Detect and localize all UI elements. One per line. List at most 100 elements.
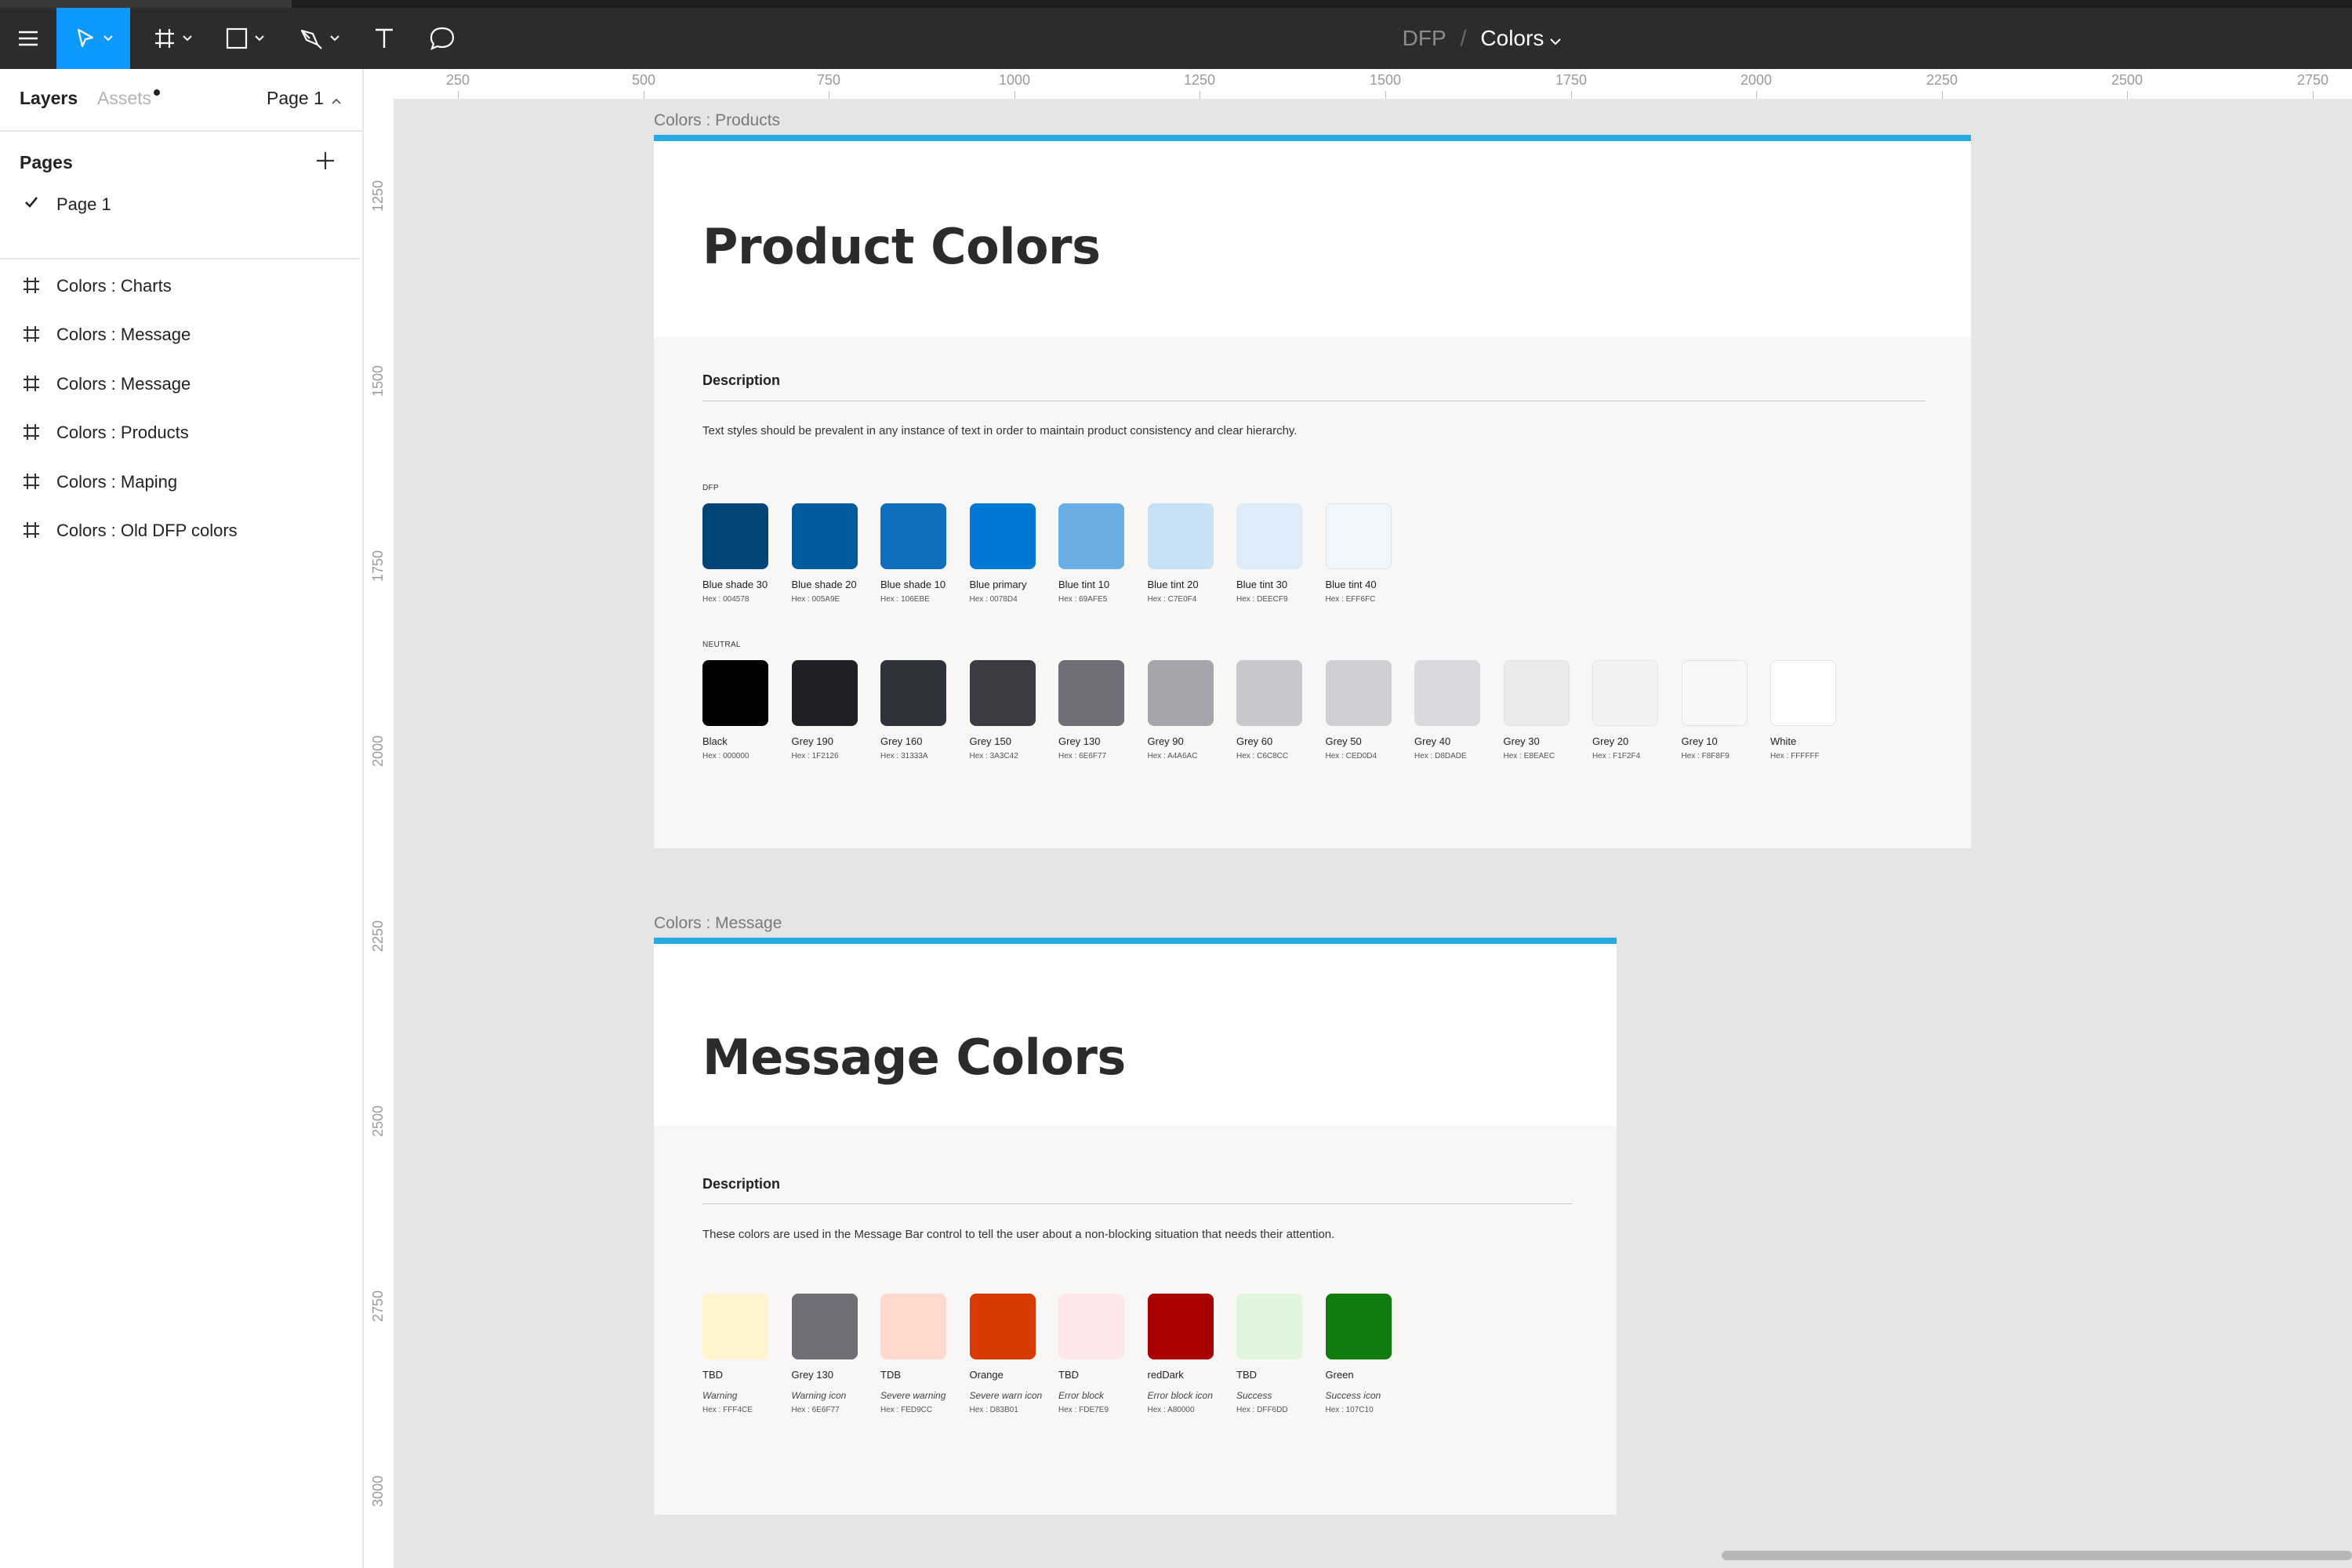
color-swatch[interactable]: Grey 130 Warning icon Hex : 6E6F77 bbox=[791, 1294, 858, 1414]
frame-tool-button[interactable] bbox=[141, 8, 204, 69]
color-swatch[interactable]: Grey 150 Hex : 3A3C42 bbox=[969, 660, 1036, 760]
top-toolbar: DFP / Colors bbox=[0, 0, 2352, 69]
color-swatch[interactable]: TBD Warning Hex : FFF4CE bbox=[702, 1294, 768, 1414]
tab-strip bbox=[0, 0, 2352, 8]
page-list-item[interactable]: Page 1 bbox=[0, 185, 361, 223]
swatch-chip bbox=[702, 503, 768, 569]
swatch-hex: Hex : F1F2F4 bbox=[1592, 752, 1641, 760]
horizontal-scrollbar[interactable] bbox=[1722, 1551, 2352, 1560]
color-swatch[interactable]: Blue primary Hex : 0078D4 bbox=[969, 503, 1036, 604]
swatch-hex: Hex : EFF6FC bbox=[1325, 595, 1376, 604]
main-menu-button[interactable] bbox=[0, 8, 56, 69]
horizontal-ruler[interactable]: 250 500 750 1000 1250 1500 1750 2000 225… bbox=[364, 69, 2352, 100]
breadcrumb: DFP / Colors bbox=[1254, 8, 1709, 69]
page-title: Message Colors bbox=[702, 1029, 1126, 1086]
color-swatch[interactable]: Green Success icon Hex : 107C10 bbox=[1325, 1294, 1392, 1414]
color-swatch[interactable]: Grey 30 Hex : E8EAEC bbox=[1503, 660, 1570, 760]
frame-label-products[interactable]: Colors : Products bbox=[654, 111, 780, 130]
color-swatch[interactable]: TBD Success Hex : DFF6DD bbox=[1236, 1294, 1302, 1414]
frame-header: Product Colors bbox=[654, 141, 1971, 337]
frame-icon bbox=[153, 27, 176, 50]
frame-message[interactable]: Message Colors Description These colors … bbox=[654, 938, 1617, 1515]
swatch-hex: Hex : 005A9E bbox=[791, 595, 840, 604]
vertical-ruler[interactable]: 1250 1500 1750 2000 2250 2500 2750 3000 bbox=[364, 99, 394, 1568]
color-swatch[interactable]: Orange Severe warn icon Hex : D83B01 bbox=[969, 1294, 1042, 1414]
swatch-name: TBD bbox=[1058, 1369, 1079, 1381]
chevron-down-icon[interactable] bbox=[1550, 26, 1562, 51]
pen-icon bbox=[299, 26, 324, 51]
swatch-name: Grey 10 bbox=[1681, 735, 1718, 747]
color-swatch[interactable]: TDB Severe warning Hex : FED9CC bbox=[880, 1294, 946, 1414]
swatch-usage: Success bbox=[1236, 1390, 1272, 1401]
layer-name: Colors : Message bbox=[56, 325, 191, 344]
swatch-name: Grey 150 bbox=[969, 735, 1011, 747]
color-swatch[interactable]: Blue tint 40 Hex : EFF6FC bbox=[1325, 503, 1392, 604]
frame-label-message[interactable]: Colors : Message bbox=[654, 914, 782, 933]
shape-tool-button[interactable] bbox=[213, 8, 276, 69]
frame-header: Message Colors bbox=[654, 944, 1617, 1126]
color-swatch[interactable]: TBD Error block Hex : FDE7E9 bbox=[1058, 1294, 1124, 1414]
breadcrumb-project[interactable]: DFP bbox=[1403, 26, 1446, 51]
ruler-tick bbox=[458, 91, 459, 99]
frame-products[interactable]: Product Colors Description Text styles s… bbox=[654, 135, 1971, 848]
frame-icon bbox=[22, 276, 41, 299]
page-selector-label: Page 1 bbox=[267, 88, 324, 108]
layer-item[interactable]: Colors : Maping bbox=[0, 461, 361, 503]
ruler-label: 1500 bbox=[370, 365, 386, 397]
ruler-tick bbox=[1014, 91, 1015, 99]
swatch-hex: Hex : D83B01 bbox=[969, 1406, 1018, 1414]
comment-tool-button[interactable] bbox=[416, 8, 469, 69]
layer-item[interactable]: Colors : Message bbox=[0, 314, 361, 356]
color-swatch[interactable]: Black Hex : 000000 bbox=[702, 660, 768, 760]
text-icon bbox=[372, 27, 396, 50]
swatch-name: Grey 90 bbox=[1147, 735, 1184, 747]
tab-layers[interactable]: Layers bbox=[20, 88, 78, 109]
tab-assets[interactable]: Assets bbox=[97, 88, 151, 109]
color-swatch[interactable]: Grey 40 Hex : D8DADE bbox=[1414, 660, 1480, 760]
color-swatch[interactable]: Blue shade 30 Hex : 004578 bbox=[702, 503, 768, 604]
swatch-chip bbox=[1414, 660, 1480, 726]
layer-item[interactable]: Colors : Products bbox=[0, 412, 361, 454]
swatch-hex: Hex : 31333A bbox=[880, 752, 928, 760]
swatch-chip bbox=[791, 660, 858, 726]
color-swatch[interactable]: Grey 90 Hex : A4A6AC bbox=[1147, 660, 1214, 760]
swatch-name: redDark bbox=[1147, 1369, 1184, 1381]
move-tool-button[interactable] bbox=[56, 8, 130, 69]
breadcrumb-file-name[interactable]: Colors bbox=[1480, 26, 1544, 51]
color-swatch[interactable]: Grey 190 Hex : 1F2126 bbox=[791, 660, 858, 760]
color-swatch[interactable]: Blue tint 10 Hex : 69AFE5 bbox=[1058, 503, 1124, 604]
chevron-down-icon bbox=[183, 35, 192, 42]
ruler-label: 2750 bbox=[370, 1290, 386, 1322]
page-selector[interactable]: Page 1 bbox=[267, 88, 341, 109]
color-swatch[interactable]: redDark Error block icon Hex : A80000 bbox=[1147, 1294, 1214, 1414]
file-tab[interactable] bbox=[0, 0, 292, 8]
pen-tool-button[interactable] bbox=[287, 8, 351, 69]
color-swatch[interactable]: White Hex : FFFFFF bbox=[1770, 660, 1836, 760]
swatch-name: TBD bbox=[702, 1369, 723, 1381]
swatch-hex: Hex : 0078D4 bbox=[969, 595, 1018, 604]
swatch-hex: Hex : 3A3C42 bbox=[969, 752, 1018, 760]
swatch-usage: Success icon bbox=[1325, 1390, 1381, 1401]
color-swatch[interactable]: Grey 10 Hex : F8F8F9 bbox=[1681, 660, 1748, 760]
text-tool-button[interactable] bbox=[361, 8, 408, 69]
color-swatch[interactable]: Grey 60 Hex : C6C8CC bbox=[1236, 660, 1302, 760]
ruler-tick bbox=[1942, 91, 1943, 99]
color-swatch[interactable]: Grey 130 Hex : 6E6F77 bbox=[1058, 660, 1124, 760]
add-page-button[interactable] bbox=[312, 147, 339, 174]
color-swatch[interactable]: Grey 20 Hex : F1F2F4 bbox=[1592, 660, 1658, 760]
layer-item[interactable]: Colors : Message bbox=[0, 363, 361, 405]
color-swatch[interactable]: Grey 50 Hex : CED0D4 bbox=[1325, 660, 1392, 760]
color-swatch[interactable]: Blue shade 20 Hex : 005A9E bbox=[791, 503, 858, 604]
frame-icon bbox=[22, 423, 41, 445]
color-swatch[interactable]: Blue tint 30 Hex : DEECF9 bbox=[1236, 503, 1302, 604]
swatch-name: Blue shade 20 bbox=[791, 579, 857, 590]
swatch-hex: Hex : 1F2126 bbox=[791, 752, 839, 760]
layer-item[interactable]: Colors : Old DFP colors bbox=[0, 510, 361, 552]
color-swatch[interactable]: Grey 160 Hex : 31333A bbox=[880, 660, 946, 760]
ruler-label: 2250 bbox=[370, 920, 386, 952]
swatch-chip bbox=[1325, 660, 1392, 726]
layer-item[interactable]: Colors : Charts bbox=[0, 265, 361, 307]
ruler-tick bbox=[1385, 91, 1386, 99]
color-swatch[interactable]: Blue shade 10 Hex : 106EBE bbox=[880, 503, 946, 604]
color-swatch[interactable]: Blue tint 20 Hex : C7E0F4 bbox=[1147, 503, 1214, 604]
